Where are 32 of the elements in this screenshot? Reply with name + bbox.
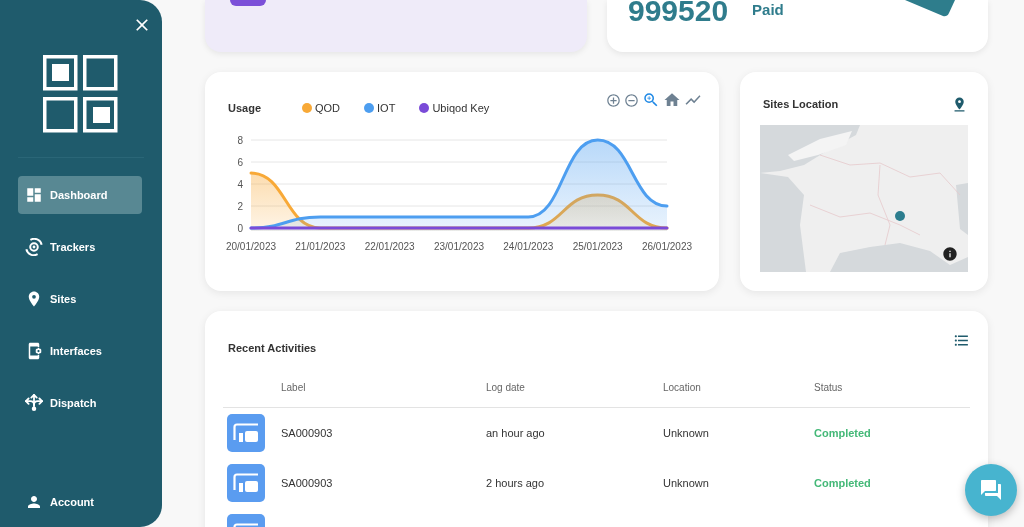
- y-axis-label: 2: [237, 200, 243, 212]
- card-title: Sites Location: [763, 96, 839, 112]
- location-cell-text: Unknown: [663, 425, 710, 441]
- stat-value: 999520: [628, 0, 729, 22]
- legend-label: Ubiqod Key: [432, 100, 490, 116]
- date-cell-text: 2 hours ago: [486, 475, 546, 491]
- x-axis-label: 22/01/2023: [364, 241, 415, 252]
- x-axis-label: 23/01/2023: [433, 241, 485, 252]
- legend-label: IOT: [377, 100, 396, 116]
- card-title: Recent Activities: [228, 340, 317, 356]
- y-axis-label: 4: [237, 178, 243, 190]
- column-header: Location: [663, 381, 702, 395]
- x-axis-label: 26/01/2023: [641, 241, 693, 252]
- column-header: Label: [281, 381, 307, 395]
- y-axis-label: 6: [237, 156, 243, 168]
- x-axis-label: 24/01/2023: [503, 241, 554, 252]
- x-axis-label: 20/01/2023: [225, 241, 277, 252]
- legend-label: QOD: [315, 100, 341, 116]
- date-cell-text: an hour ago: [486, 425, 546, 441]
- label-cell-text: SA000903: [281, 475, 334, 491]
- stat-caption: Paid: [752, 2, 784, 18]
- status-cell-text: Completed: [814, 425, 872, 441]
- column-header: Log date: [486, 381, 526, 395]
- x-axis-label: 25/01/2023: [572, 241, 623, 252]
- chart-title: Usage: [228, 100, 263, 116]
- column-header: Status: [814, 381, 844, 395]
- status-cell-text: Completed: [814, 475, 872, 491]
- location-cell-text: Unknown: [663, 475, 710, 491]
- y-axis-label: 0: [237, 222, 243, 234]
- x-axis-label: 21/01/2023: [295, 241, 346, 252]
- label-cell-text: SA000903: [281, 425, 334, 441]
- y-axis-label: 8: [237, 134, 243, 146]
